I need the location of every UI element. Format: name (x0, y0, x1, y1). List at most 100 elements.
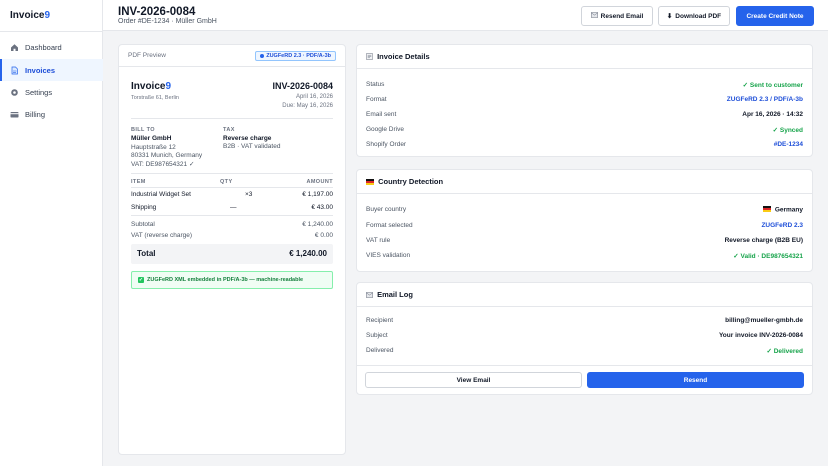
invoice-details-title: Invoice Details (366, 52, 430, 61)
divider (131, 215, 333, 216)
app-logo[interactable]: Invoice9 (10, 10, 50, 21)
gear-icon (10, 88, 19, 97)
mail-icon (590, 12, 598, 20)
buyer-country-value: Germany (763, 206, 803, 214)
detail-label: Format selected (366, 222, 413, 229)
detail-label: Email sent (366, 111, 397, 118)
total-value: € 1,240.00 (289, 249, 327, 258)
resend-email-button[interactable]: Resend Email (581, 6, 653, 26)
page-title: INV-2026-0084 (118, 6, 196, 18)
bill-to-vat: VAT: DE987654321 ✓ (131, 161, 195, 168)
sidebar-divider (0, 31, 103, 32)
invoice-number: INV-2026-0084 (272, 81, 333, 91)
detail-label: Shopify Order (366, 141, 407, 148)
logo-text: Invoice (10, 10, 45, 21)
drive-sync-value: ✓ Synced (772, 127, 803, 134)
view-email-button[interactable]: View Email (365, 372, 582, 388)
country-detection-card: Country Detection Buyer country Germany … (356, 169, 813, 272)
sidebar-item-billing[interactable]: Billing (0, 103, 103, 125)
line-item-name: Industrial Widget Set (131, 191, 191, 198)
subtotal-label: Subtotal (131, 221, 155, 228)
button-label: Resend (683, 376, 708, 384)
format-link[interactable]: ZUGFeRD 2.3 / PDF/A-3b (727, 96, 803, 103)
card-icon (10, 110, 19, 119)
pdf-preview-card: PDF Preview ZUGFeRD 2.3 · PDF/A-3b Invoi… (118, 44, 346, 455)
sidebar-item-settings[interactable]: Settings (0, 81, 103, 103)
panel-title-text: Email Log (377, 290, 413, 299)
sidebar-item-dashboard[interactable]: Dashboard (0, 36, 103, 58)
tax-title: Reverse charge (223, 135, 272, 142)
country-detection-title: Country Detection (366, 177, 443, 186)
format-selected-value: ZUGFeRD 2.3 (761, 222, 803, 229)
invoice-date: April 16, 2026 (295, 94, 333, 100)
detail-label: Google Drive (366, 126, 404, 133)
document-icon (10, 66, 19, 75)
divider (357, 193, 812, 194)
resend-button[interactable]: Resend (587, 372, 804, 388)
bill-to-street: Hauptstraße 12 (131, 144, 176, 151)
total-label: Total (137, 249, 156, 258)
button-label: Download PDF (675, 12, 722, 20)
panel-title-text: Invoice Details (377, 52, 430, 61)
sidebar-item-label: Settings (25, 87, 53, 97)
divider (131, 118, 333, 119)
sidebar-item-label: Invoices (25, 65, 56, 75)
vat-value: € 0.00 (314, 232, 333, 239)
detail-label: VAT rule (366, 237, 391, 244)
recipient-value: billing@mueller-gmbh.de (725, 317, 803, 324)
sidebar-item-label: Dashboard (25, 42, 62, 52)
download-icon: ⬇ (666, 13, 673, 20)
bill-to-city: 80331 Munich, Germany (131, 152, 203, 159)
tax-label: TAX (223, 127, 235, 133)
invoice-details-card: Invoice Details Status ✓ Sent to custome… (356, 44, 813, 157)
shopify-order-link[interactable]: #DE-1234 (774, 141, 803, 148)
detail-label: VIES validation (366, 252, 411, 259)
zugferd-badge: ZUGFeRD 2.3 · PDF/A-3b (255, 51, 336, 61)
line-item-amount: € 1,197.00 (302, 191, 333, 198)
invoice-logo: Invoice9 (131, 81, 171, 92)
germany-flag-icon (366, 177, 378, 186)
total-row: Total € 1,240.00 (131, 244, 333, 264)
page-subtitle: Order #DE-1234 · Müller GmbH (118, 18, 217, 25)
detail-label: Format (366, 96, 387, 103)
button-label: Resend Email (600, 12, 644, 20)
sidebar: Invoice9 Dashboard Invoices Settings Bil… (0, 0, 103, 466)
line-item-qty: ×3 (245, 191, 253, 198)
check-icon: ✓ (138, 277, 144, 283)
note-text: ZUGFeRD XML embedded in PDF/A-3b — machi… (147, 277, 304, 283)
subtotal-value: € 1,240.00 (302, 221, 333, 228)
detail-label: Delivered (366, 347, 394, 354)
line-item-name: Shipping (131, 204, 157, 211)
bill-to-name: Müller GmbH (131, 135, 172, 142)
divider (357, 365, 812, 366)
pdf-preview-label: PDF Preview (128, 52, 166, 59)
create-credit-note-button[interactable]: Create Credit Note (736, 6, 814, 26)
germany-flag-icon (763, 206, 775, 214)
status-dot-icon (260, 54, 265, 58)
column-header-item: ITEM (131, 179, 146, 185)
document-icon (366, 52, 377, 61)
email-sent-value: Apr 16, 2026 · 14:32 (742, 111, 803, 118)
vat-rule-value: Reverse charge (B2B EU) (724, 237, 803, 244)
detail-label: Recipient (366, 317, 394, 324)
column-header-amount: AMOUNT (306, 179, 333, 185)
line-item-amount: € 43.00 (311, 204, 333, 211)
download-pdf-button[interactable]: ⬇ Download PDF (658, 6, 730, 26)
divider (131, 173, 333, 174)
email-log-title: Email Log (366, 290, 413, 299)
sidebar-item-invoices[interactable]: Invoices (0, 59, 103, 81)
detail-label: Buyer country (366, 206, 407, 213)
page-header: INV-2026-0084 Order #DE-1234 · Müller Gm… (103, 0, 828, 31)
tax-sub: B2B · VAT validated (223, 143, 281, 150)
country-name: Germany (774, 206, 803, 214)
detail-label: Subject (366, 332, 388, 339)
logo-accent: 9 (44, 10, 51, 21)
column-header-qty: QTY (220, 179, 233, 185)
seller-address: Torstraße 61, Berlin (131, 95, 179, 101)
vat-label: VAT (reverse charge) (131, 232, 193, 239)
badge-label: ZUGFeRD 2.3 · PDF/A-3b (266, 53, 331, 59)
mail-icon (366, 290, 377, 299)
divider (357, 306, 812, 307)
sidebar-item-label: Billing (25, 109, 46, 119)
button-label: View Email (456, 376, 491, 384)
